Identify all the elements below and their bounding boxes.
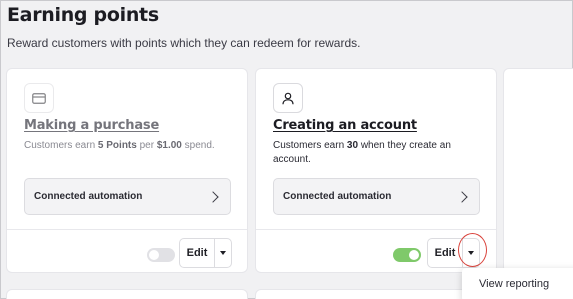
enable-toggle[interactable] — [147, 248, 175, 262]
connected-automation-row[interactable]: Connected automation — [24, 178, 231, 215]
card-divider — [256, 229, 496, 230]
edit-dropdown-button[interactable] — [215, 239, 231, 267]
connected-automation-label: Connected automation — [34, 191, 143, 202]
card-description: Customers earn 30 when they create an ac… — [273, 140, 451, 165]
earning-rule-card-partial — [6, 289, 248, 299]
earning-rule-card-partial — [255, 289, 497, 299]
earning-rule-card-purchase: Making a purchase Customers earn 5 Point… — [6, 68, 248, 273]
connected-automation-row[interactable]: Connected automation — [273, 178, 480, 215]
dropdown-menu: View reporting — [462, 268, 573, 299]
edit-button[interactable]: Edit — [180, 239, 215, 267]
chevron-down-icon — [220, 251, 226, 255]
highlight-annotation — [458, 233, 487, 267]
card-title-link[interactable]: Making a purchase — [24, 118, 159, 133]
user-icon — [273, 83, 303, 113]
chevron-right-icon — [207, 190, 219, 203]
card-description: Customers earn 5 Points per $1.00 spend. — [24, 140, 215, 151]
credit-card-icon — [24, 83, 54, 113]
page-subtitle: Reward customers with points which they … — [7, 36, 361, 50]
toggle-knob — [409, 250, 419, 260]
enable-toggle[interactable] — [393, 248, 421, 262]
card-title-link[interactable]: Creating an account — [273, 118, 417, 133]
menu-item-view-reporting[interactable]: View reporting — [479, 278, 549, 290]
edit-split-button: Edit — [179, 238, 232, 268]
card-divider — [7, 229, 247, 230]
earning-rule-card-partial — [503, 68, 573, 273]
page-title: Earning points — [7, 4, 159, 26]
connected-automation-label: Connected automation — [283, 191, 392, 202]
chevron-right-icon — [456, 190, 468, 203]
toggle-knob — [149, 250, 159, 260]
